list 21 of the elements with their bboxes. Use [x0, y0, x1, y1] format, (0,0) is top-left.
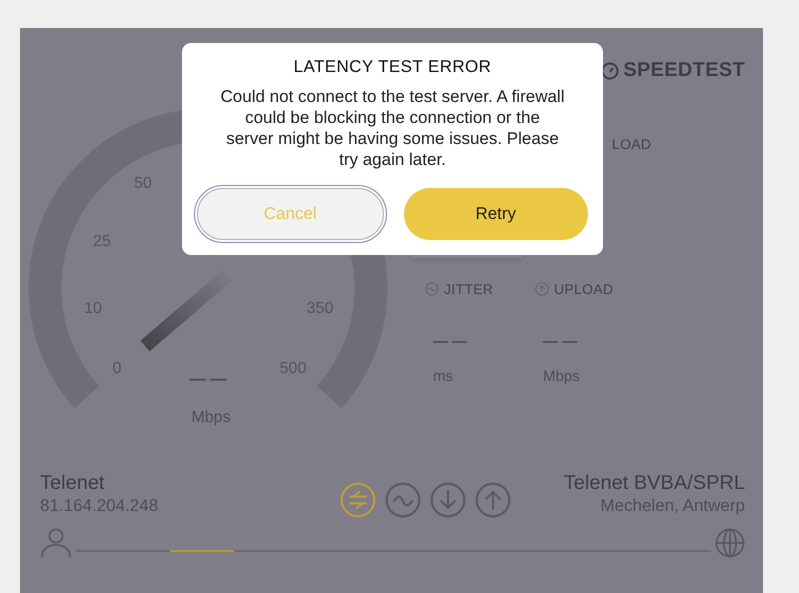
download-step-icon[interactable]: [430, 482, 466, 518]
speedtest-logo: SPEEDTEST: [623, 59, 745, 82]
globe-icon: [715, 528, 745, 558]
upload-step-icon[interactable]: [475, 482, 511, 518]
metric-reading: — —: [543, 333, 578, 350]
metric-label: UPLOAD: [554, 281, 614, 297]
gauge-icon: [601, 62, 620, 80]
person-icon: [40, 528, 72, 558]
jitter-step-icon[interactable]: [385, 482, 421, 518]
jitter-icon: [425, 282, 439, 296]
metric-label: JITTER: [444, 281, 494, 297]
ping-step-icon[interactable]: [340, 482, 376, 518]
error-message: Could not connect to the test server. A firewall could be blocking the connection or the server might be having some issues. Please try again later.: [220, 86, 565, 170]
retry-button[interactable]: Retry: [404, 188, 588, 240]
dialog-title: LATENCY TEST ERROR: [294, 57, 492, 77]
speed-reading: — —: [190, 371, 226, 388]
upload-icon: [535, 282, 549, 296]
metric-reading: — —: [433, 333, 468, 350]
metric-label: LOAD: [612, 136, 652, 152]
server-name: Telenet BVBA/SPRL: [564, 472, 745, 495]
isp-name: Telenet: [40, 472, 106, 495]
